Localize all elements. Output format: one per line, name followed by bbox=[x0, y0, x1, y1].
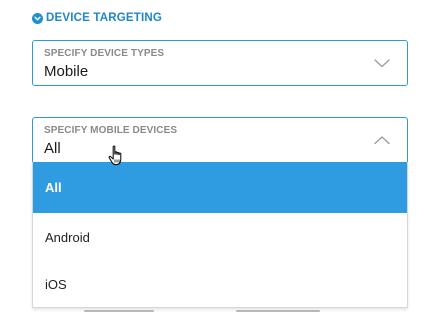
mobile-devices-select[interactable]: SPECIFY MOBILE DEVICES All bbox=[32, 117, 408, 163]
device-types-value: Mobile bbox=[44, 63, 89, 80]
section-title: DEVICE TARGETING bbox=[46, 12, 163, 24]
mobile-devices-dropdown: All Android iOS bbox=[32, 162, 408, 308]
dropdown-option-android[interactable]: Android bbox=[33, 213, 407, 261]
device-types-select[interactable]: SPECIFY DEVICE TYPES Mobile bbox=[32, 40, 408, 86]
background-text-fragment bbox=[236, 310, 320, 312]
dropdown-option-ios[interactable]: iOS bbox=[33, 261, 407, 307]
hand-pointer-icon bbox=[108, 145, 122, 166]
mobile-devices-label: SPECIFY MOBILE DEVICES bbox=[44, 125, 178, 136]
dropdown-option-all[interactable]: All bbox=[33, 162, 407, 213]
chevron-down-circle-icon[interactable] bbox=[32, 12, 43, 24]
chevron-down-icon[interactable] bbox=[373, 57, 391, 69]
mobile-devices-value: All bbox=[44, 140, 61, 157]
device-types-label: SPECIFY DEVICE TYPES bbox=[44, 48, 165, 59]
section-header[interactable]: DEVICE TARGETING bbox=[32, 12, 162, 24]
chevron-up-icon[interactable] bbox=[373, 134, 391, 146]
background-text-fragment bbox=[84, 310, 154, 312]
device-targeting-panel: DEVICE TARGETING SPECIFY DEVICE TYPES Mo… bbox=[0, 0, 430, 328]
